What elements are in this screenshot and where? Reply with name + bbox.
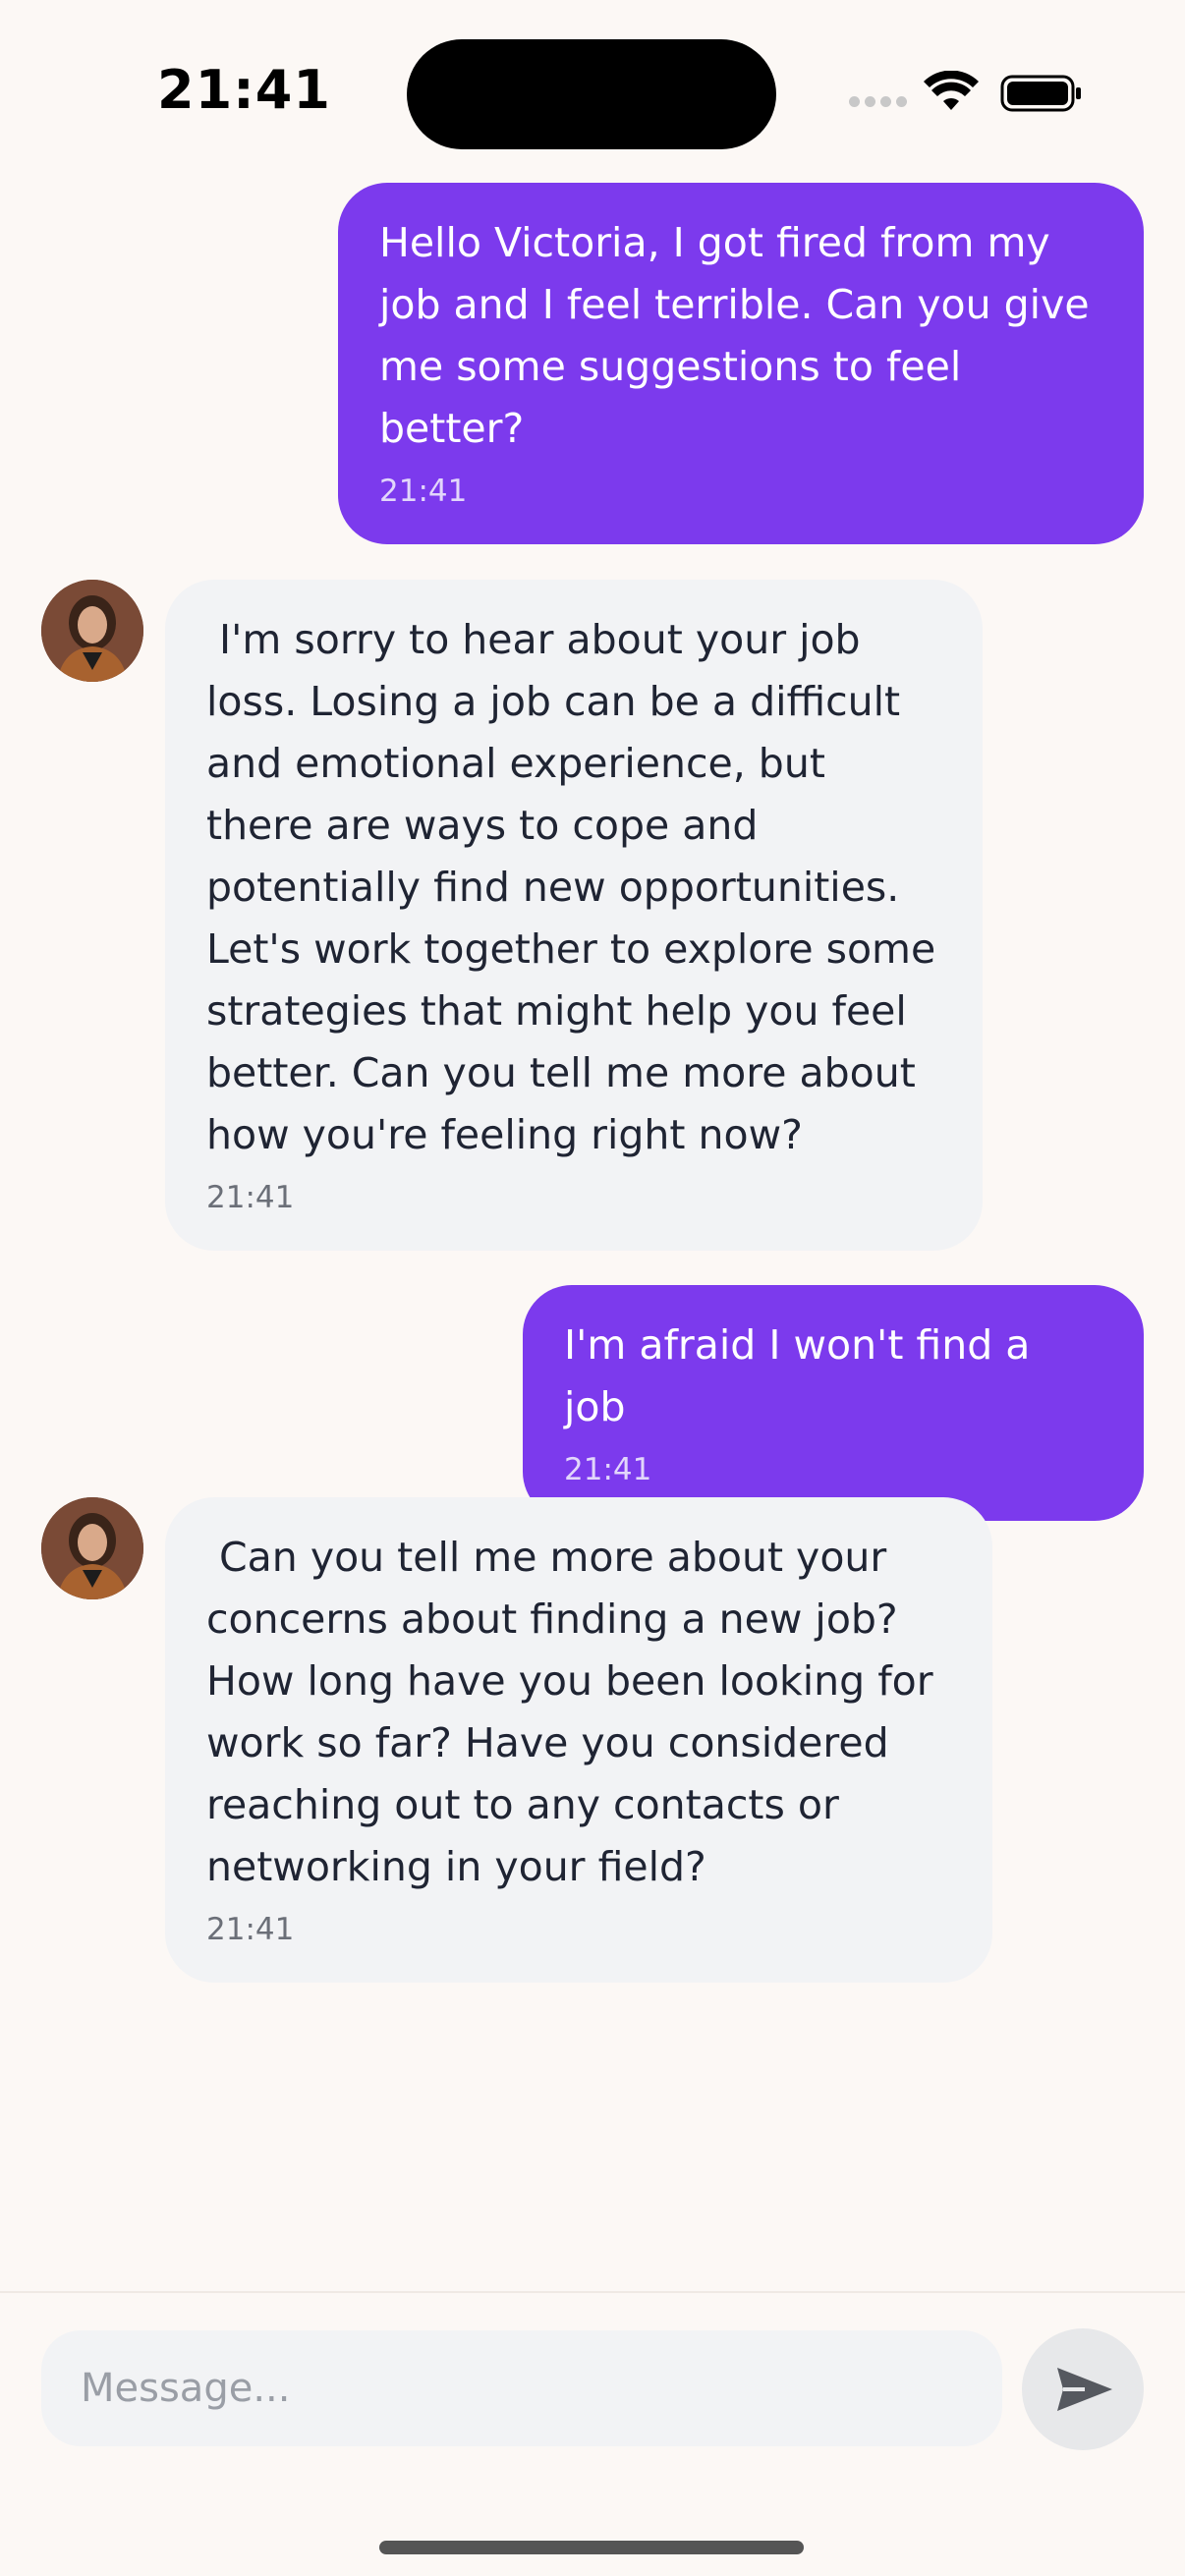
message-composer (0, 2291, 1185, 2576)
send-icon (1057, 2368, 1112, 2411)
message-timestamp: 21:41 (206, 1180, 295, 1215)
message-text: I'm sorry to hear about your job loss. L… (206, 616, 936, 1158)
assistant-avatar (41, 580, 143, 682)
assistant-avatar (41, 1497, 143, 1599)
status-bar: 21:41 (0, 0, 1185, 149)
assistant-message-bubble: I'm sorry to hear about your job loss. L… (165, 580, 983, 1251)
assistant-message-bubble: Can you tell me more about your concerns… (165, 1497, 992, 1983)
wifi-icon (924, 71, 979, 110)
dynamic-island (407, 39, 776, 149)
message-text: I'm afraid I won't find a job (564, 1321, 1044, 1430)
user-message-bubble: Hello Victoria, I got fired from my job … (338, 183, 1144, 544)
home-indicator (379, 2541, 804, 2554)
message-text: Hello Victoria, I got fired from my job … (379, 219, 1090, 452)
user-message-bubble: I'm afraid I won't find a job 21:41 (523, 1285, 1144, 1521)
battery-icon (1000, 75, 1081, 112)
message-timestamp: 21:41 (379, 474, 468, 509)
avatar-image (41, 1497, 143, 1599)
message-timestamp: 21:41 (206, 1912, 295, 1947)
cellular-signal-icon (849, 96, 908, 110)
avatar-image (41, 580, 143, 682)
message-input[interactable] (41, 2330, 1002, 2446)
status-time: 21:41 (157, 59, 331, 121)
send-button[interactable] (1022, 2328, 1144, 2450)
message-timestamp: 21:41 (564, 1452, 652, 1487)
message-text: Can you tell me more about your concerns… (206, 1534, 933, 1890)
